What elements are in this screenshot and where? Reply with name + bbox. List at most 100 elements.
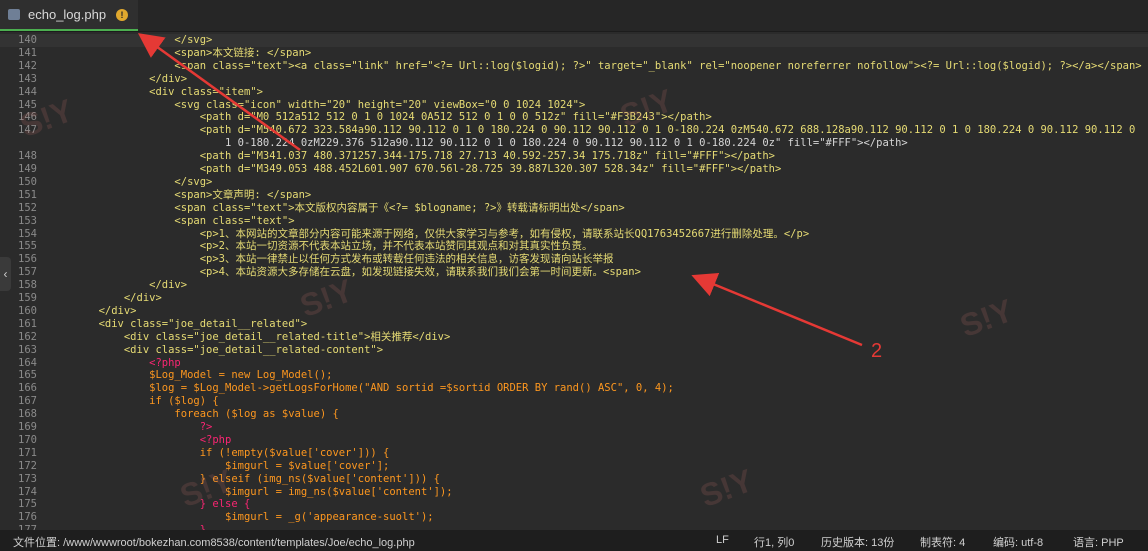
code-text[interactable]: <p>3、本站一律禁止以任何方式发布或转载任何违法的相关信息，访客发现请向站长举… <box>48 253 614 266</box>
line-number: 163 <box>18 343 37 356</box>
code-text[interactable]: </div> <box>48 73 187 86</box>
code-text[interactable]: $imgurl = $value['cover']; <box>48 460 389 473</box>
status-eol[interactable]: LF <box>716 534 729 546</box>
code-line[interactable]: 158 </div> <box>0 279 1148 292</box>
code-line[interactable]: 140 </svg> <box>0 34 1148 47</box>
code-line[interactable]: 159 </div> <box>0 292 1148 305</box>
code-line[interactable]: 143 </div> <box>0 73 1148 86</box>
code-line[interactable]: 157 <p>4、本站资源大多存储在云盘，如发现链接失效，请联系我们我们会第一时… <box>0 266 1148 279</box>
code-text[interactable]: <div class="item"> <box>48 86 263 99</box>
line-number: 143 <box>18 72 37 85</box>
status-history[interactable]: 历史版本: 13份 <box>821 534 894 550</box>
code-editor[interactable]: 140 </svg> 141 <span>本文链接: </span> 142 <sp… <box>0 32 1148 530</box>
code-text[interactable]: } else { <box>48 498 251 511</box>
code-text[interactable]: ?> <box>48 421 213 434</box>
line-number: 142 <box>18 59 37 72</box>
line-number: 174 <box>18 485 37 498</box>
code-text[interactable]: <span>本文链接: </span> <box>48 47 311 60</box>
code-text[interactable]: $imgurl = _g('appearance-suolt'); <box>48 511 434 524</box>
code-line[interactable]: 149 <path d="M349.053 488.452L601.907 67… <box>0 163 1148 176</box>
unsaved-warning-icon[interactable]: ! <box>116 9 128 21</box>
code-line[interactable]: 172 $imgurl = $value['cover']; <box>0 460 1148 473</box>
code-text[interactable]: <path d="M341.037 480.371257.344-175.718… <box>48 150 775 163</box>
code-line[interactable]: 167 if ($log) { <box>0 395 1148 408</box>
code-line[interactable]: 150 </svg> <box>0 176 1148 189</box>
code-text[interactable]: $Log_Model = new Log_Model(); <box>48 369 332 382</box>
code-line[interactable]: 141 <span>本文链接: </span> <box>0 47 1148 60</box>
code-text[interactable]: </div> <box>48 279 187 292</box>
code-line[interactable]: 164 <?php <box>0 357 1148 370</box>
status-encoding[interactable]: 编码: utf-8 <box>993 534 1043 550</box>
code-line[interactable]: 163 <div class="joe_detail__related-cont… <box>0 344 1148 357</box>
code-text[interactable]: <span class="text"><a class="link" href=… <box>48 60 1141 73</box>
status-language[interactable]: 语言: PHP <box>1073 534 1124 550</box>
code-text[interactable]: </svg> <box>48 176 212 189</box>
code-text[interactable]: </svg> <box>48 34 212 47</box>
code-text[interactable]: $log = $Log_Model->getLogsForHome("AND s… <box>48 382 674 395</box>
code-text[interactable]: <svg class="icon" width="20" height="20"… <box>48 99 585 112</box>
code-text[interactable]: <p>2、本站一切资源不代表本站立场，并不代表本站赞同其观点和对其真实性负责。 <box>48 240 593 253</box>
code-text[interactable]: </div> <box>48 305 137 318</box>
code-text[interactable]: <span class="text"> <box>48 215 294 228</box>
code-text[interactable]: <span>文章声明: </span> <box>48 189 311 202</box>
code-text[interactable]: <div class="joe_detail__related-content"… <box>48 344 383 357</box>
code-text[interactable]: 1 0-180.224 0zM229.376 512a90.112 90.112… <box>48 137 908 150</box>
code-text[interactable]: foreach ($log as $value) { <box>48 408 338 421</box>
code-line[interactable]: 161 <div class="joe_detail__related"> <box>0 318 1148 331</box>
code-line[interactable]: 1 0-180.224 0zM229.376 512a90.112 90.112… <box>0 137 1148 150</box>
code-text[interactable]: <p>1、本网站的文章部分内容可能来源于网络，仅供大家学习与参考，如有侵权，请联… <box>48 228 809 241</box>
code-line[interactable]: 144 <div class="item"> <box>0 86 1148 99</box>
code-line[interactable]: 175 } else { <box>0 498 1148 511</box>
code-line[interactable]: 171 if (!empty($value['cover'])) { <box>0 447 1148 460</box>
code-text[interactable]: </div> <box>48 292 162 305</box>
code-line[interactable]: 146 <path d="M0 512a512 512 0 1 0 1024 0… <box>0 111 1148 124</box>
code-text[interactable]: <div class="joe_detail__related"> <box>48 318 308 331</box>
status-file-path[interactable]: 文件位置: /www/wwwroot/bokezhan.com8538/cont… <box>13 534 415 550</box>
code-line[interactable]: 174 $imgurl = img_ns($value['content']); <box>0 486 1148 499</box>
line-number: 162 <box>18 330 37 343</box>
code-line[interactable]: 142 <span class="text"><a class="link" h… <box>0 60 1148 73</box>
code-text[interactable]: <span class="text">本文版权内容属于《<?= $blognam… <box>48 202 624 215</box>
code-line[interactable]: 165 $Log_Model = new Log_Model(); <box>0 369 1148 382</box>
code-line[interactable]: 148 <path d="M341.037 480.371257.344-175… <box>0 150 1148 163</box>
code-line[interactable]: 156 <p>3、本站一律禁止以任何方式发布或转载任何违法的相关信息，访客发现请… <box>0 253 1148 266</box>
code-line[interactable]: 176 $imgurl = _g('appearance-suolt'); <box>0 511 1148 524</box>
status-bar: 文件位置: /www/wwwroot/bokezhan.com8538/cont… <box>0 530 1148 551</box>
code-line[interactable]: 151 <span>文章声明: </span> <box>0 189 1148 202</box>
code-text[interactable]: <div class="joe_detail__related-title">相… <box>48 331 450 344</box>
code-line[interactable]: 154 <p>1、本网站的文章部分内容可能来源于网络，仅供大家学习与参考，如有侵… <box>0 228 1148 241</box>
annotation-number: 2 <box>871 340 883 362</box>
code-line[interactable]: 173 } elseif (img_ns($value['content']))… <box>0 473 1148 486</box>
code-line[interactable]: 169 ?> <box>0 421 1148 434</box>
code-line[interactable]: 145 <svg class="icon" width="20" height=… <box>0 99 1148 112</box>
code-line[interactable]: 162 <div class="joe_detail__related-titl… <box>0 331 1148 344</box>
code-text[interactable]: <?php <box>48 434 232 447</box>
line-number: 171 <box>18 446 37 459</box>
line-number: 172 <box>18 459 37 472</box>
code-text[interactable]: <?php <box>48 357 181 370</box>
line-number: 151 <box>18 188 37 201</box>
code-text[interactable]: <path d="M349.053 488.452L601.907 670.56… <box>48 163 782 176</box>
status-cursor-position[interactable]: 行1, 列0 <box>754 534 794 550</box>
code-line[interactable]: 155 <p>2、本站一切资源不代表本站立场，并不代表本站赞同其观点和对其真实性… <box>0 240 1148 253</box>
code-text[interactable]: if ($log) { <box>48 395 219 408</box>
code-text[interactable]: <path d="M0 512a512 512 0 1 0 1024 0A512… <box>48 111 712 124</box>
tab-echo-log[interactable]: echo_log.php ! <box>0 0 138 31</box>
code-text[interactable]: } elseif (img_ns($value['content'])) { <box>48 473 440 486</box>
status-tab-size[interactable]: 制表符: 4 <box>920 534 965 550</box>
line-number: 147 <box>18 124 37 137</box>
code-text[interactable]: if (!empty($value['cover'])) { <box>48 447 390 460</box>
code-line[interactable]: 147 <path d="M540.672 323.584a90.112 90.… <box>0 124 1148 137</box>
line-number: 145 <box>18 98 37 111</box>
code-line[interactable]: 153 <span class="text"> <box>0 215 1148 228</box>
code-text[interactable]: <path d="M540.672 323.584a90.112 90.112 … <box>48 124 1136 137</box>
code-line[interactable]: 160 </div> <box>0 305 1148 318</box>
code-line[interactable]: 168 foreach ($log as $value) { <box>0 408 1148 421</box>
code-text[interactable]: $imgurl = img_ns($value['content']); <box>48 486 453 499</box>
code-line[interactable]: 170 <?php <box>0 434 1148 447</box>
line-number: 173 <box>18 472 37 485</box>
code-line[interactable]: 166 $log = $Log_Model->getLogsForHome("A… <box>0 382 1148 395</box>
collapse-sidebar-handle[interactable]: ‹ <box>0 257 11 291</box>
code-text[interactable]: <p>4、本站资源大多存储在云盘，如发现链接失效，请联系我们我们会第一时间更新。… <box>48 266 641 279</box>
code-line[interactable]: 152 <span class="text">本文版权内容属于《<?= $blo… <box>0 202 1148 215</box>
